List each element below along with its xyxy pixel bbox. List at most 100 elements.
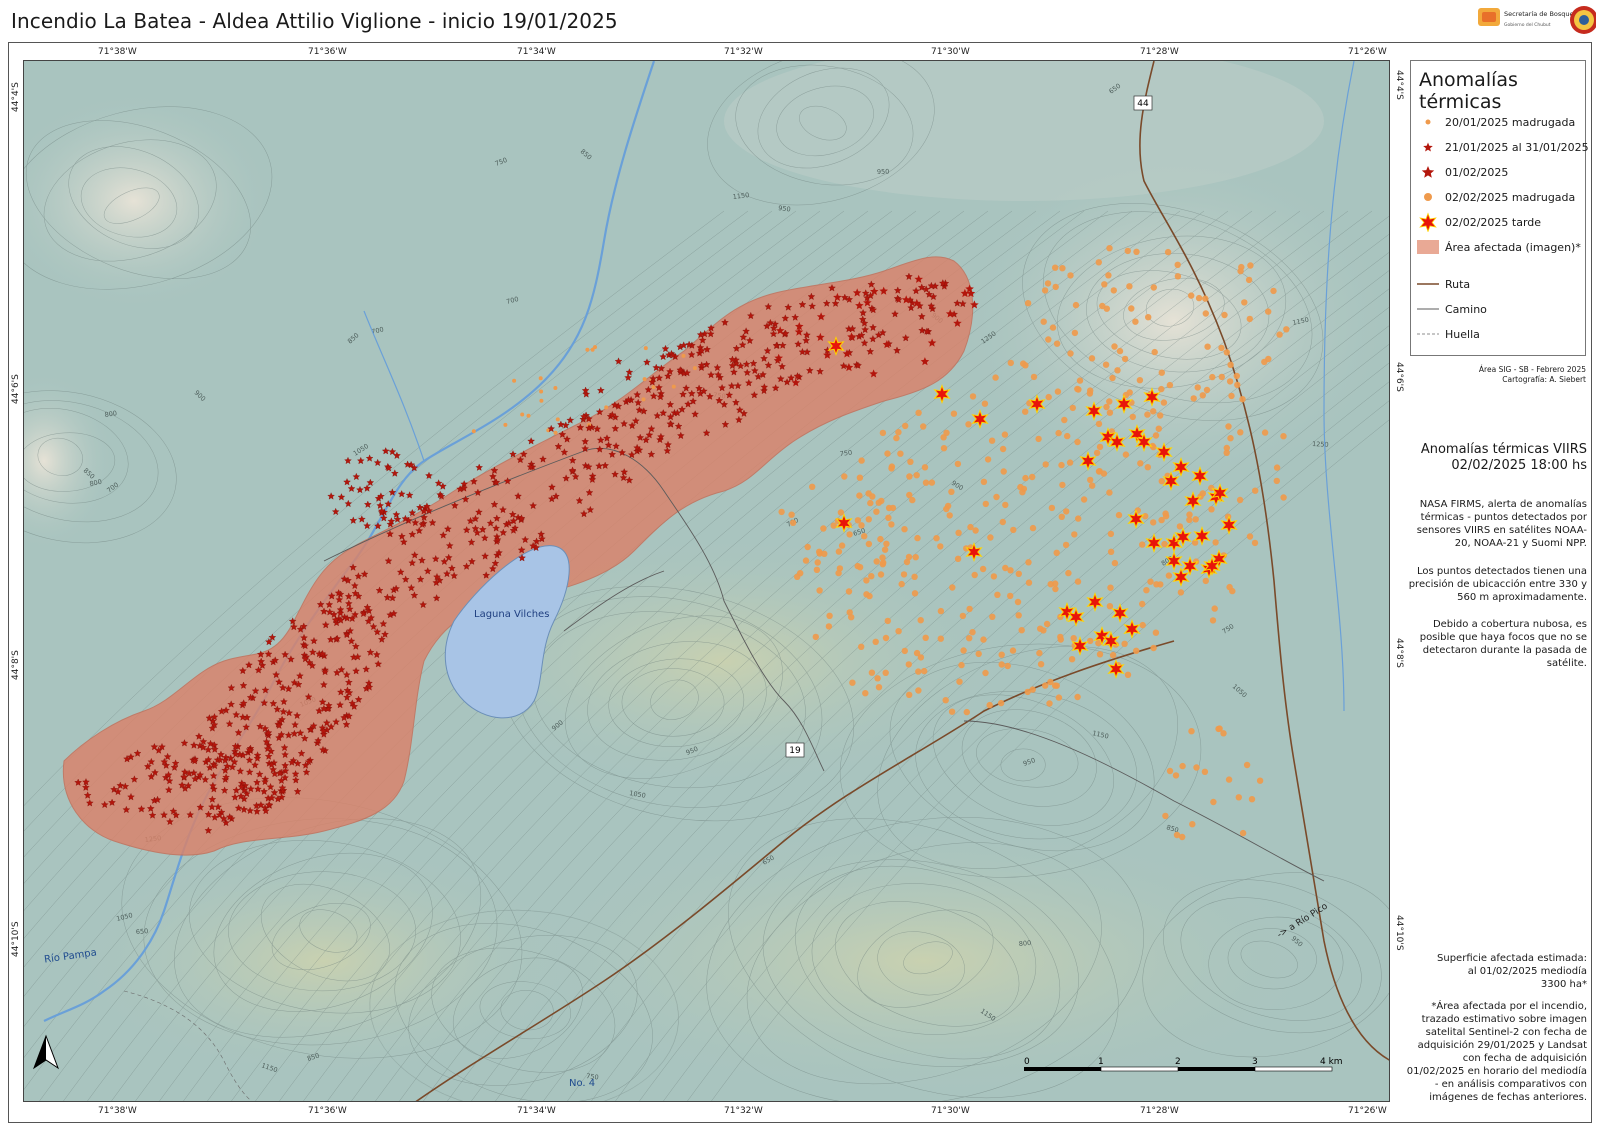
anomaly-dot-early xyxy=(555,417,560,422)
legend-title: Anomalías térmicas xyxy=(1419,69,1518,113)
anomaly-dot xyxy=(915,409,922,416)
medium-dot-icon xyxy=(1424,193,1432,201)
anomaly-dot xyxy=(1000,468,1007,475)
coord-left-label: 44°6'S xyxy=(11,374,21,404)
anomaly-dot xyxy=(1087,387,1094,394)
anomaly-dot xyxy=(900,571,908,578)
coord-top-label: 71°36'W xyxy=(308,47,347,57)
anomaly-dot xyxy=(981,400,989,407)
anomaly-dot xyxy=(1223,349,1231,356)
coord-right-label: 44°4'S xyxy=(1394,70,1404,100)
anomaly-dot xyxy=(888,465,895,472)
anomaly-dot xyxy=(1052,585,1059,593)
anomaly-dot xyxy=(1035,435,1042,443)
anomaly-dot xyxy=(963,708,970,716)
anomaly-dot xyxy=(1150,284,1158,291)
map-title: Incendio La Batea - Aldea Attilio Viglio… xyxy=(11,9,618,33)
anomaly-dot-early xyxy=(641,397,646,402)
anomaly-dot xyxy=(809,483,816,490)
anomaly-dot xyxy=(1151,348,1158,356)
anomaly-dot xyxy=(1107,548,1115,555)
anomaly-dot xyxy=(868,669,876,676)
coord-left-label: 44°4'S xyxy=(11,82,21,112)
anomaly-dot xyxy=(1036,649,1043,657)
map-canvas[interactable]: 7508509501050115012506509008007007508509… xyxy=(23,60,1390,1102)
anomaly-dot xyxy=(884,617,891,625)
anomaly-dot-early xyxy=(671,384,676,389)
coord-top-label: 71°38'W xyxy=(98,47,137,57)
anomaly-dot xyxy=(990,573,998,580)
anomaly-dot xyxy=(848,614,855,621)
anomaly-dot xyxy=(1089,482,1096,489)
legend-item-area: Área afectada (imagen)* xyxy=(1417,238,1581,256)
anomaly-dot xyxy=(1080,496,1088,503)
anomaly-dot xyxy=(1055,429,1062,437)
anomaly-dot xyxy=(1144,411,1151,418)
anomaly-dot xyxy=(975,650,982,658)
anomaly-dot-early xyxy=(651,385,656,390)
anomaly-dot xyxy=(943,505,950,513)
anomaly-dot xyxy=(1192,516,1199,523)
road-shield-44: 44 xyxy=(1133,95,1153,111)
anomaly-dot xyxy=(1121,640,1128,647)
anomaly-dot-early xyxy=(692,366,697,371)
anomaly-dot xyxy=(1053,549,1060,556)
anomaly-dot xyxy=(1247,262,1254,269)
anomaly-dot xyxy=(1160,399,1168,406)
anomaly-dot xyxy=(866,592,873,600)
anomaly-dot xyxy=(882,669,889,676)
anomaly-dot xyxy=(1100,470,1108,477)
anomaly-dot xyxy=(999,518,1006,526)
anomaly-dot xyxy=(865,516,872,523)
svg-text:44: 44 xyxy=(1137,99,1149,109)
side-heading-line1: Anomalías térmicas VIIRS xyxy=(1420,442,1587,457)
anomaly-dot xyxy=(937,607,945,615)
anomaly-dot xyxy=(1015,570,1022,577)
coord-top-label: 71°30'W xyxy=(931,47,970,57)
anomaly-dot xyxy=(1256,777,1264,784)
anomaly-dot xyxy=(1220,730,1227,737)
anomaly-dot xyxy=(1096,651,1104,658)
anomaly-dot xyxy=(1022,408,1029,415)
anomaly-dot xyxy=(837,509,845,516)
anomaly-dot-early xyxy=(590,347,595,352)
anomaly-dot xyxy=(877,535,884,543)
road-line-icon xyxy=(1417,308,1439,310)
anomaly-dot xyxy=(1237,429,1244,436)
anomaly-dot xyxy=(1040,318,1047,325)
anomaly-dot xyxy=(1150,644,1157,652)
anomaly-dot xyxy=(917,617,924,624)
anomaly-dot xyxy=(1087,476,1094,484)
map-svg[interactable]: 7508509501050115012506509008007007508509… xyxy=(24,61,1390,1102)
anomaly-dot xyxy=(874,675,881,682)
anomaly-dot xyxy=(825,623,833,630)
anomaly-dot xyxy=(1042,682,1049,689)
anomaly-dot xyxy=(1225,423,1232,430)
coord-top-label: 71°34'W xyxy=(517,47,556,57)
anomaly-dot xyxy=(915,668,922,675)
anomaly-dot xyxy=(998,651,1005,658)
anomaly-dot xyxy=(885,514,892,521)
anomaly-dot xyxy=(1074,578,1082,585)
anomaly-dot xyxy=(804,543,811,551)
anomaly-dot xyxy=(1211,605,1218,612)
anomaly-dot xyxy=(882,634,890,642)
large-star-icon xyxy=(1419,212,1437,232)
anomaly-dot xyxy=(997,699,1005,707)
anomaly-dot xyxy=(969,393,977,400)
anomaly-dot xyxy=(903,558,911,566)
anomaly-dot xyxy=(879,429,887,437)
anomaly-dot xyxy=(1221,311,1228,319)
anomaly-dot xyxy=(820,525,827,532)
anomaly-dot xyxy=(906,691,913,698)
anomaly-dot xyxy=(826,612,833,619)
anomaly-dot xyxy=(901,526,908,533)
anomaly-dot xyxy=(1276,331,1283,338)
anomaly-dot xyxy=(1037,625,1044,632)
anomaly-dot xyxy=(1093,449,1101,457)
legend-item-01-02: 01/02/2025 xyxy=(1417,163,1508,181)
anomaly-dot-early xyxy=(538,376,543,381)
anomaly-dot xyxy=(1241,299,1248,306)
anomaly-dot xyxy=(980,478,988,485)
anomaly-dot xyxy=(1076,377,1084,384)
